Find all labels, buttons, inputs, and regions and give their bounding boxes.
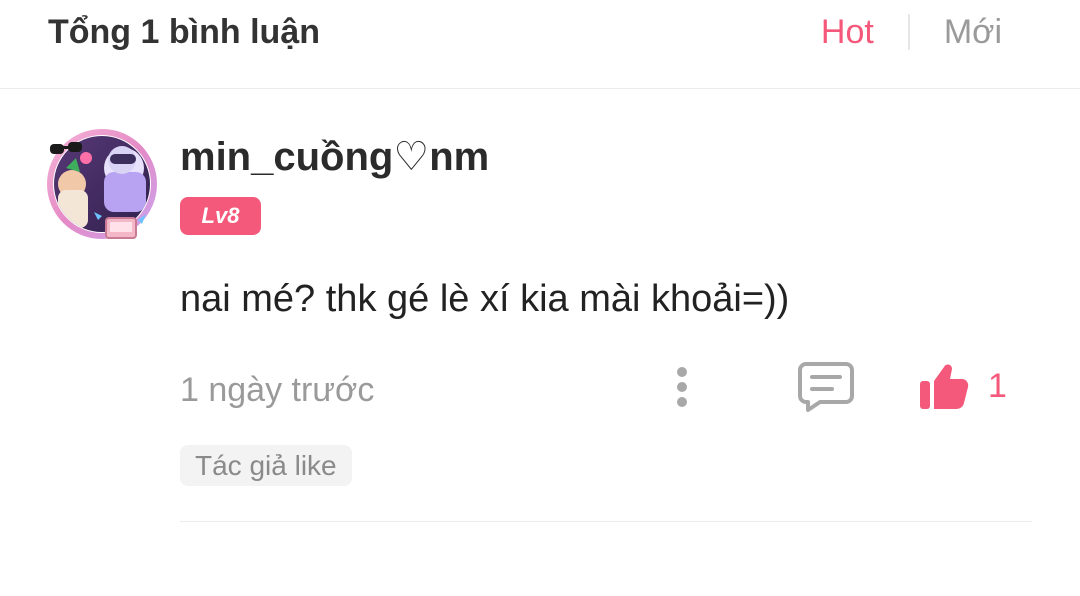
more-vertical-icon <box>677 367 687 407</box>
level-badge: Lv8 <box>180 197 261 235</box>
comment-count-title: Tổng 1 bình luận <box>48 13 320 51</box>
thumbs-up-icon <box>920 364 969 409</box>
username[interactable]: min_cuồng♡nm <box>180 134 489 180</box>
comment-timestamp: 1 ngày trước <box>180 371 375 409</box>
more-options-button[interactable] <box>664 362 700 412</box>
tab-hot[interactable]: Hot <box>821 12 874 52</box>
reply-button[interactable] <box>798 360 854 412</box>
sort-tabs: Hot Mới <box>821 12 1002 52</box>
comment-icon <box>798 362 854 412</box>
comment-text: nai mé? thk gé lè xí kia mài khoải=)) <box>180 278 790 320</box>
avatar-image <box>47 129 157 239</box>
divider <box>180 521 1032 522</box>
like-button[interactable]: 1 <box>918 358 1018 414</box>
avatar[interactable] <box>46 128 158 240</box>
comments-header: Tổng 1 bình luận Hot Mới <box>0 0 1080 89</box>
like-count: 1 <box>988 367 1007 405</box>
tab-divider <box>907 14 910 50</box>
author-liked-tag: Tác giả like <box>180 445 352 486</box>
tab-newest[interactable]: Mới <box>944 12 1002 52</box>
